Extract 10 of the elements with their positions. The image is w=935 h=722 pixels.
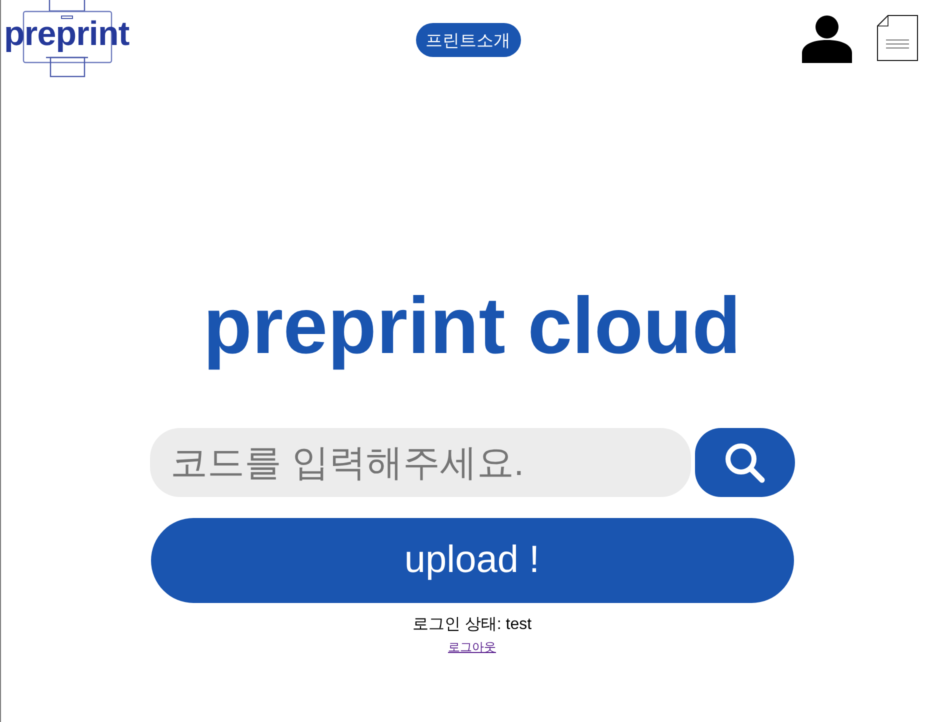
user-icon[interactable] — [802, 15, 852, 63]
login-status-text: 로그인 상태: test — [412, 615, 532, 635]
document-icon[interactable] — [877, 15, 918, 61]
search-icon — [724, 442, 764, 482]
search-button[interactable] — [694, 428, 794, 497]
page-title: preprint cloud — [203, 280, 741, 372]
code-input-field[interactable]: 코드를 입력해주세요. — [150, 428, 690, 497]
logout-link[interactable]: 로그아웃 — [448, 639, 496, 655]
nav-button[interactable]: 프린트소개 — [416, 23, 520, 57]
upload-button[interactable]: upload ! — [150, 518, 794, 603]
